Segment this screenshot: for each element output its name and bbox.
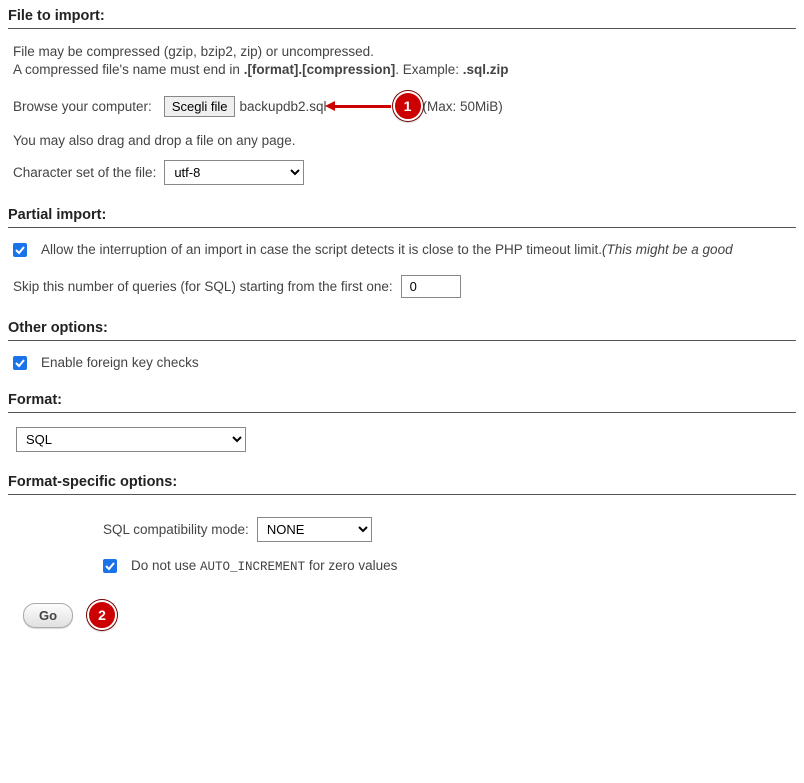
- allow-interrupt-row: Allow the interruption of an import in c…: [8, 242, 796, 257]
- compat-select[interactable]: NONE: [257, 517, 372, 542]
- max-size-label: (Max: 50MiB): [423, 99, 503, 114]
- browse-label: Browse your computer:: [13, 99, 152, 114]
- autoinc-label-a: Do not use: [131, 558, 200, 573]
- allow-interrupt-checkbox[interactable]: [13, 243, 27, 257]
- compression-note-example: .sql.zip: [463, 62, 509, 77]
- compression-note: File may be compressed (gzip, bzip2, zip…: [8, 43, 796, 79]
- format-select[interactable]: SQL: [16, 427, 246, 452]
- dragdrop-note: You may also drag and drop a file on any…: [8, 133, 796, 148]
- choose-file-button[interactable]: Scegli file: [164, 96, 236, 117]
- heading-format-specific: Format-specific options:: [8, 474, 796, 495]
- heading-format: Format:: [8, 392, 796, 413]
- compression-note-line2a: A compressed file's name must end in: [13, 62, 244, 77]
- autoinc-row: Do not use AUTO_INCREMENT for zero value…: [8, 558, 796, 574]
- compression-note-line2c: . Example:: [395, 62, 463, 77]
- compression-note-line1: File may be compressed (gzip, bzip2, zip…: [13, 44, 374, 59]
- heading-partial-import: Partial import:: [8, 207, 796, 228]
- heading-file-to-import: File to import:: [8, 8, 796, 29]
- chosen-filename: backupdb2.sql: [239, 99, 326, 114]
- browse-row: Browse your computer: Scegli file backup…: [8, 91, 796, 121]
- format-row: SQL: [8, 427, 796, 452]
- skip-queries-row: Skip this number of queries (for SQL) st…: [8, 275, 796, 298]
- compat-row: SQL compatibility mode: NONE: [8, 517, 796, 542]
- charset-row: Character set of the file: utf-8: [8, 160, 796, 185]
- autoinc-label-c: for zero values: [305, 558, 397, 573]
- charset-select[interactable]: utf-8: [164, 160, 304, 185]
- annotation-badge-2: 2: [87, 600, 117, 630]
- go-row: Go 2: [8, 600, 796, 630]
- heading-other-options: Other options:: [8, 320, 796, 341]
- compat-label: SQL compatibility mode:: [103, 522, 249, 537]
- annotation-badge-1: 1: [393, 91, 423, 121]
- allow-interrupt-label-a: Allow the interruption of an import in c…: [41, 242, 602, 257]
- compression-note-format: .[format].[compression]: [244, 62, 396, 77]
- annotation-arrow-1: [331, 105, 391, 108]
- go-button[interactable]: Go: [23, 603, 73, 628]
- skip-queries-label: Skip this number of queries (for SQL) st…: [13, 279, 393, 294]
- charset-label: Character set of the file:: [13, 165, 156, 180]
- fk-checkbox[interactable]: [13, 356, 27, 370]
- autoinc-label: Do not use AUTO_INCREMENT for zero value…: [131, 558, 397, 574]
- allow-interrupt-label-b: (This might be a good: [602, 242, 733, 257]
- autoinc-label-b: AUTO_INCREMENT: [200, 560, 305, 574]
- autoinc-checkbox[interactable]: [103, 559, 117, 573]
- skip-queries-input[interactable]: [401, 275, 461, 298]
- fk-label: Enable foreign key checks: [41, 355, 199, 370]
- fk-row: Enable foreign key checks: [8, 355, 796, 370]
